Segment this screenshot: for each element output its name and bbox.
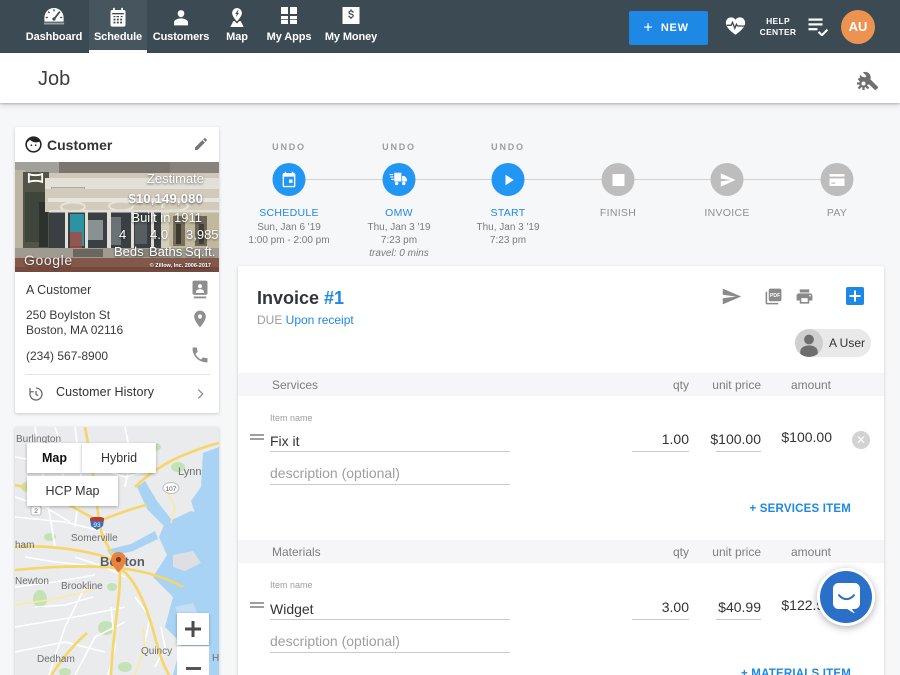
svg-text:107: 107 — [166, 486, 177, 493]
svg-text:Lynn: Lynn — [178, 466, 201, 478]
svg-text:93: 93 — [93, 522, 101, 529]
svg-text:Somerville: Somerville — [71, 533, 118, 544]
svg-text:2: 2 — [34, 508, 38, 515]
svg-text:Brookline: Brookline — [61, 581, 103, 592]
svg-text:Newton: Newton — [15, 576, 49, 587]
svg-text:Dedham: Dedham — [37, 654, 75, 665]
svg-text:Quincy: Quincy — [141, 646, 172, 657]
svg-text:ham: ham — [15, 540, 34, 551]
svg-text:Hi: Hi — [212, 653, 219, 664]
svg-text:PDF: PDF — [770, 293, 780, 299]
